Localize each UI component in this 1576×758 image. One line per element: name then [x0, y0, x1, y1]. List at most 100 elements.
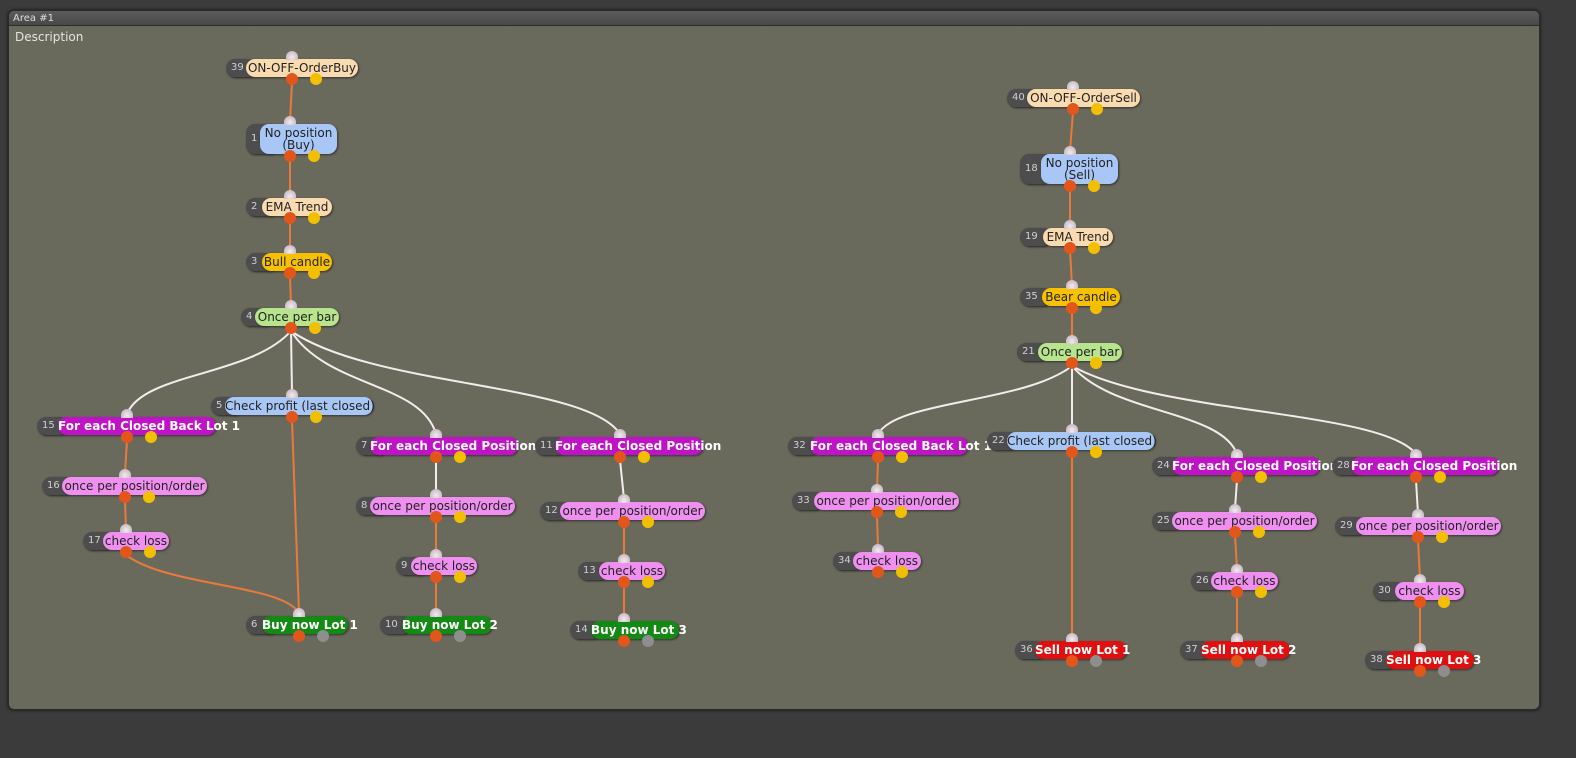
else-port[interactable] [642, 516, 654, 528]
input-port[interactable] [1231, 564, 1243, 573]
node-6[interactable]: 6 Buy now Lot 1 [246, 608, 358, 642]
inactive-port[interactable] [642, 635, 654, 647]
output-port[interactable] [872, 566, 884, 578]
inactive-port[interactable] [1090, 655, 1102, 667]
output-port[interactable] [1229, 526, 1241, 538]
node-26[interactable]: 26 check loss [1191, 564, 1282, 598]
input-port[interactable] [1066, 280, 1078, 289]
node-3[interactable]: 3 Bull candle [246, 245, 336, 279]
else-port[interactable] [896, 451, 908, 463]
input-port[interactable] [872, 544, 884, 553]
node-8[interactable]: 8 once per position/order [356, 489, 519, 523]
else-port[interactable] [1255, 471, 1267, 483]
output-port[interactable] [285, 322, 297, 334]
output-port[interactable] [284, 212, 296, 224]
output-port[interactable] [430, 571, 442, 583]
node-36[interactable]: 36 Sell now Lot 1 [1015, 633, 1131, 667]
output-port[interactable] [1067, 103, 1079, 115]
node-7[interactable]: 7 For each Closed Position [356, 429, 536, 463]
else-port[interactable] [1436, 531, 1448, 543]
input-port[interactable] [121, 409, 133, 418]
output-port[interactable] [1066, 446, 1078, 458]
input-port[interactable] [1412, 509, 1424, 518]
else-port[interactable] [308, 212, 320, 224]
output-port[interactable] [286, 73, 298, 85]
node-11[interactable]: 11 For each Closed Position [535, 429, 721, 463]
output-port[interactable] [1064, 242, 1076, 254]
input-port[interactable] [284, 245, 296, 254]
output-port[interactable] [284, 267, 296, 279]
node-29[interactable]: 29 once per position/order [1335, 509, 1505, 543]
output-port[interactable] [1066, 357, 1078, 369]
input-port[interactable] [286, 389, 298, 398]
input-port[interactable] [618, 554, 630, 563]
inactive-port[interactable] [1438, 665, 1450, 677]
node-35[interactable]: 35 Bear candle [1020, 280, 1124, 314]
input-port[interactable] [1064, 146, 1076, 155]
else-port[interactable] [1253, 526, 1265, 538]
else-port[interactable] [143, 491, 155, 503]
node-10[interactable]: 10 Buy now Lot 2 [380, 608, 498, 642]
output-port[interactable] [1064, 180, 1076, 192]
input-port[interactable] [286, 51, 298, 60]
else-port[interactable] [1438, 596, 1450, 608]
output-port[interactable] [121, 431, 133, 443]
input-port[interactable] [1231, 633, 1243, 642]
input-port[interactable] [430, 608, 442, 617]
input-port[interactable] [1064, 220, 1076, 229]
output-port[interactable] [119, 491, 131, 503]
input-port[interactable] [1410, 449, 1422, 458]
else-port[interactable] [1255, 586, 1267, 598]
input-port[interactable] [614, 429, 626, 438]
output-port[interactable] [430, 630, 442, 642]
output-port[interactable] [1414, 596, 1426, 608]
inactive-port[interactable] [1255, 655, 1267, 667]
node-17[interactable]: 17 check loss [83, 524, 173, 558]
else-port[interactable] [308, 267, 320, 279]
node-5[interactable]: 5 Check profit (last closed) [211, 389, 377, 423]
else-port[interactable] [454, 451, 466, 463]
node-16[interactable]: 16 once per position/order [42, 469, 211, 503]
node-4[interactable]: 4 Once per bar [241, 300, 343, 334]
input-port[interactable] [119, 469, 131, 478]
node-21[interactable]: 21 Once per bar [1017, 335, 1126, 369]
output-port[interactable] [1231, 586, 1243, 598]
input-port[interactable] [284, 190, 296, 199]
output-port[interactable] [1231, 655, 1243, 667]
input-port[interactable] [430, 549, 442, 558]
output-port[interactable] [286, 411, 298, 423]
input-port[interactable] [1066, 424, 1078, 433]
else-port[interactable] [1434, 471, 1446, 483]
else-port[interactable] [1088, 180, 1100, 192]
else-port[interactable] [638, 451, 650, 463]
input-port[interactable] [120, 524, 132, 533]
node-24[interactable]: 24 For each Closed Position [1152, 449, 1338, 483]
output-port[interactable] [1066, 655, 1078, 667]
else-port[interactable] [1090, 446, 1102, 458]
input-port[interactable] [1066, 633, 1078, 642]
input-port[interactable] [1414, 574, 1426, 583]
area-panel[interactable]: Area #1 Description [8, 10, 1540, 710]
node-39[interactable]: 39 ON-OFF-OrderBuy [226, 51, 362, 85]
input-port[interactable] [1231, 449, 1243, 458]
output-port[interactable] [872, 451, 884, 463]
input-port[interactable] [285, 300, 297, 309]
input-port[interactable] [284, 116, 296, 125]
node-13[interactable]: 13 check loss [578, 554, 669, 588]
node-34[interactable]: 34 check loss [833, 544, 925, 578]
output-port[interactable] [120, 546, 132, 558]
else-port[interactable] [1090, 357, 1102, 369]
else-port[interactable] [308, 150, 320, 162]
else-port[interactable] [895, 506, 907, 518]
output-port[interactable] [293, 630, 305, 642]
inactive-port[interactable] [454, 630, 466, 642]
node-9[interactable]: 9 check loss [396, 549, 481, 583]
output-port[interactable] [284, 150, 296, 162]
node-2[interactable]: 2 EMA Trend [246, 190, 336, 224]
node-33[interactable]: 33 once per position/order [792, 484, 963, 518]
else-port[interactable] [896, 566, 908, 578]
output-port[interactable] [871, 506, 883, 518]
node-28[interactable]: 28 For each Closed Position [1332, 449, 1517, 483]
else-port[interactable] [642, 576, 654, 588]
input-port[interactable] [872, 429, 884, 438]
